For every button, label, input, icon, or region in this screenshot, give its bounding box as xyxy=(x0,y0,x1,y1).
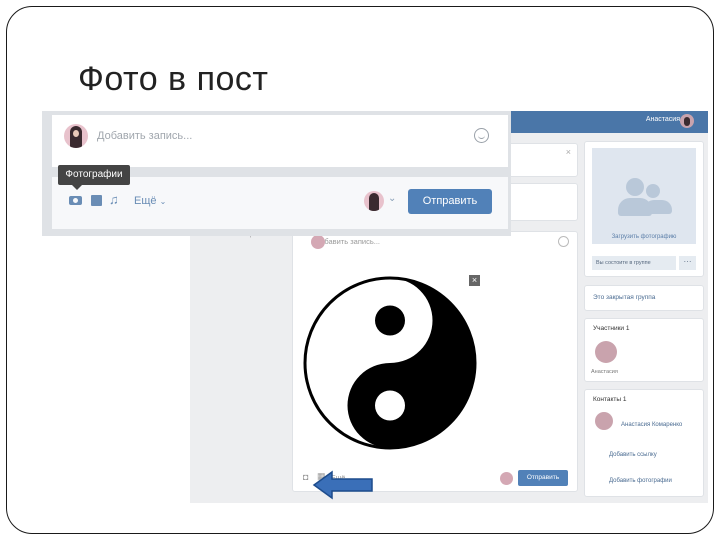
avatar[interactable] xyxy=(595,341,617,363)
community-link[interactable]: Это закрытая группа xyxy=(593,294,655,301)
upload-photo-placeholder[interactable]: Загрузить фотографию xyxy=(592,148,696,244)
add-link[interactable]: Добавить ссылку xyxy=(609,452,657,458)
contacts-title[interactable]: Контакты 1 xyxy=(593,396,627,403)
community-card: Это закрытая группа xyxy=(584,285,704,311)
send-button[interactable]: Отправить xyxy=(518,470,568,486)
avatar[interactable] xyxy=(595,412,613,430)
photos-tooltip: Фотографии xyxy=(58,165,130,190)
group-photo-card: Загрузить фотографию Вы состоите в групп… xyxy=(584,141,704,277)
members-title[interactable]: Участники 1 xyxy=(593,325,630,332)
add-photos[interactable]: Добавить фотографии xyxy=(609,478,672,484)
remove-photo-button[interactable]: × xyxy=(469,275,480,286)
avatar xyxy=(311,235,325,249)
avatar[interactable] xyxy=(500,472,513,485)
upload-photo-label[interactable]: Загрузить фотографию xyxy=(592,234,696,240)
members-count: 1 xyxy=(625,325,630,332)
slide-title: Фото в пост xyxy=(78,60,269,98)
more-button[interactable]: Ещё ⌄ xyxy=(134,195,166,207)
top-user-name[interactable]: Анастасия xyxy=(646,116,680,123)
avatar[interactable] xyxy=(364,191,384,211)
member-name[interactable]: Анастасия xyxy=(591,369,618,375)
composer-placeholder[interactable]: Добавить запись... xyxy=(97,130,192,142)
members-card: Участники 1 Анастасия xyxy=(584,318,704,382)
yin-yang-image xyxy=(303,276,477,450)
camera-icon[interactable]: ◘ xyxy=(303,472,308,482)
top-avatar[interactable] xyxy=(680,114,694,128)
camera-icon[interactable] xyxy=(69,196,82,205)
contact-name[interactable]: Анастасия Комаренко xyxy=(621,422,682,428)
group-status-button[interactable]: Вы состоите в группе xyxy=(592,256,676,270)
post-head: Добавить запись... xyxy=(301,235,380,249)
chevron-down-icon[interactable]: ⌄ xyxy=(388,193,396,204)
contacts-count: 1 xyxy=(622,396,627,403)
contacts-card: Контакты 1 Анастасия Комаренко Добавить … xyxy=(584,389,704,497)
more-actions-button[interactable]: ··· xyxy=(679,256,696,270)
arrow-annotation xyxy=(312,470,373,500)
smile-icon[interactable] xyxy=(558,236,569,247)
close-icon[interactable]: × xyxy=(566,147,571,157)
send-button[interactable]: Отправить xyxy=(408,189,492,214)
music-icon[interactable]: ♫ xyxy=(109,192,119,207)
video-icon[interactable] xyxy=(91,195,102,206)
avatar xyxy=(64,124,88,148)
composer-input-area[interactable]: Добавить запись... xyxy=(52,115,508,167)
background-post-composer: Добавить запись... × ◘ ▦ Ещё Отправить xyxy=(292,231,578,492)
chevron-down-icon: ⌄ xyxy=(159,197,167,206)
attached-photo xyxy=(301,274,479,452)
smile-icon[interactable] xyxy=(474,128,489,143)
